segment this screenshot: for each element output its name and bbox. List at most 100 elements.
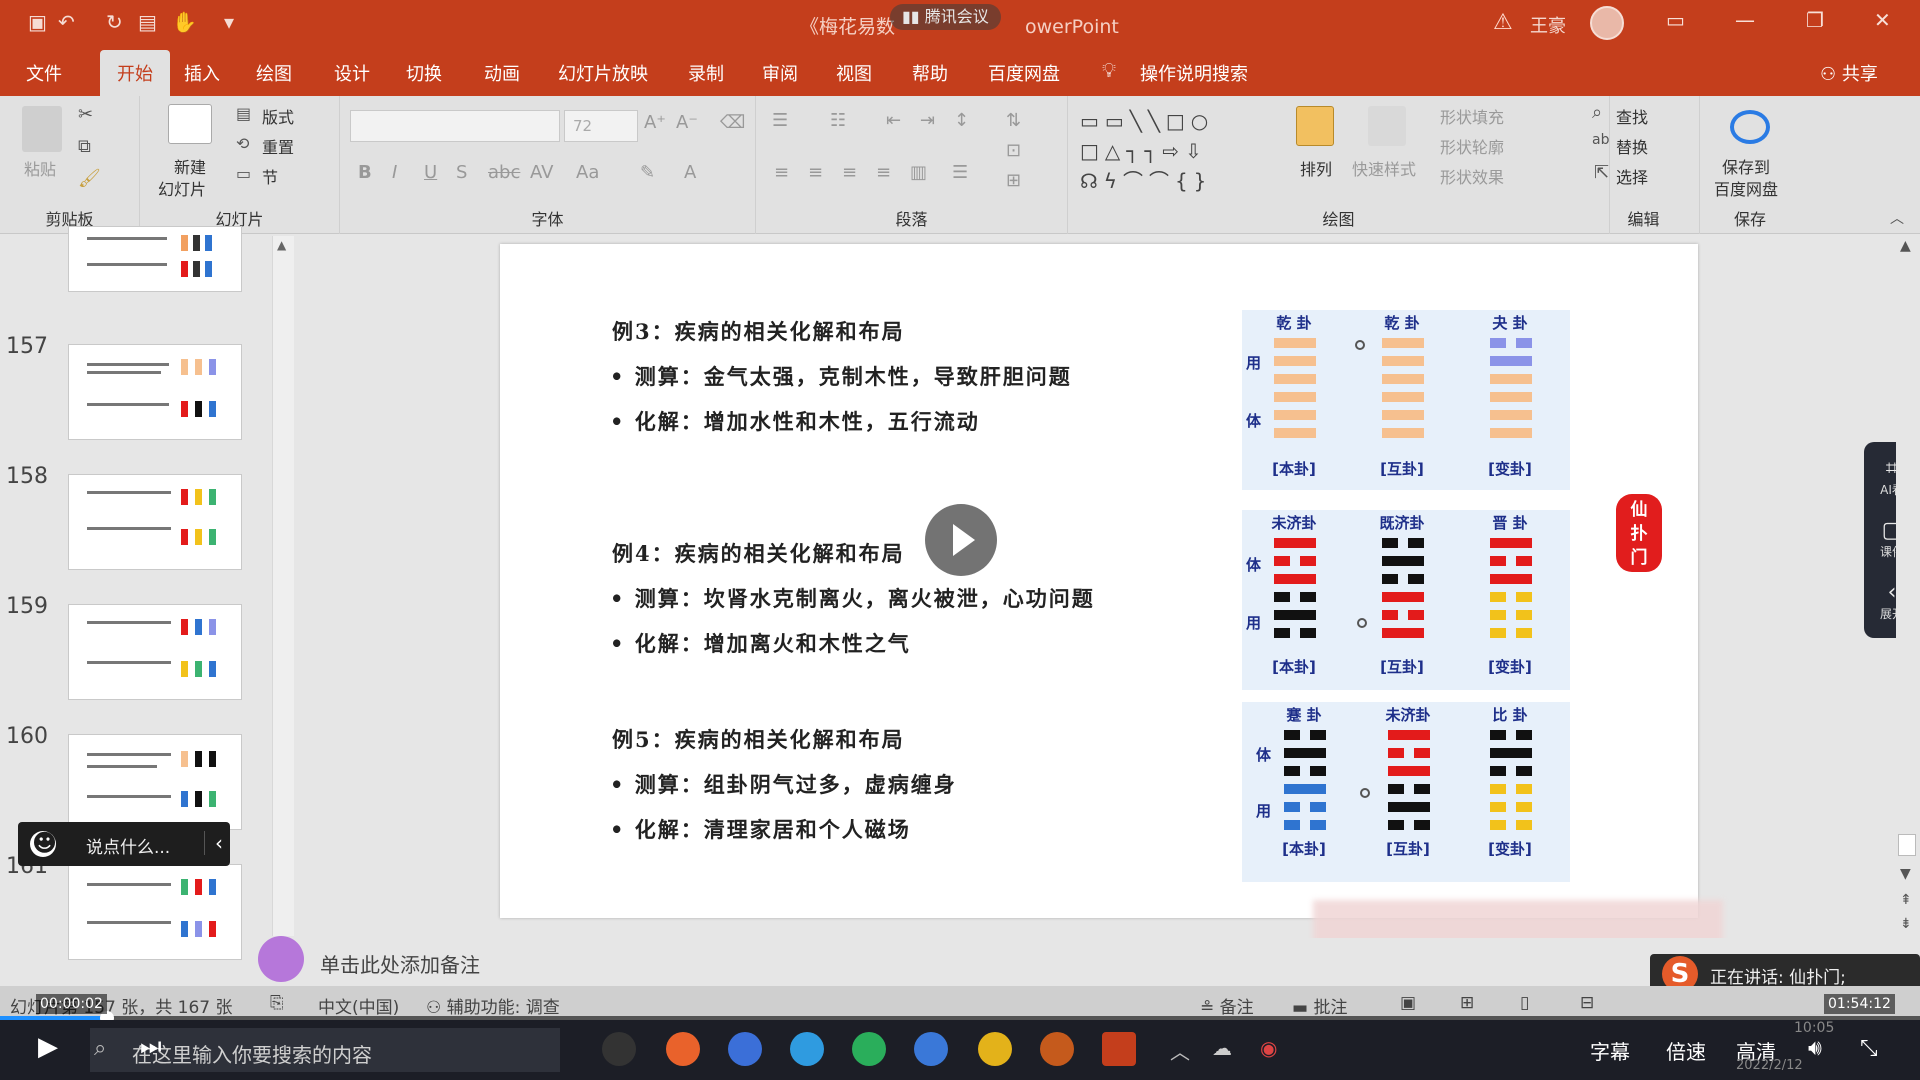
find-button[interactable]: 查找 (1616, 104, 1648, 128)
bold-icon[interactable]: B (358, 162, 372, 183)
new-slide-button[interactable]: 新建 (174, 154, 206, 178)
text-align-icon[interactable]: ☰ (952, 162, 968, 183)
tab-record[interactable]: 录制 (688, 60, 724, 86)
shadow-icon[interactable]: S (456, 162, 467, 183)
redo-icon[interactable]: ↻ (106, 10, 123, 34)
save-cloud-label[interactable]: 百度网盘 (1714, 176, 1778, 200)
spellcheck-icon[interactable]: ⎘ (270, 993, 284, 1013)
tray-chevron-icon[interactable]: ︿ (1170, 1036, 1190, 1065)
bullets-icon[interactable]: ☰ (772, 110, 788, 131)
previous-slide-icon[interactable]: ⇞ (1900, 892, 1912, 908)
collapse-ribbon-icon[interactable]: ︿ (1890, 208, 1904, 228)
tab-slideshow[interactable]: 幻灯片放映 (558, 60, 648, 86)
slide-thumbnail[interactable] (68, 864, 242, 960)
change-case-icon[interactable]: Aa (576, 162, 599, 183)
reading-view-icon[interactable]: ▯ (1520, 993, 1529, 1013)
customize-qat-icon[interactable]: ▾ (224, 10, 234, 34)
slide-sorter-icon[interactable]: ⊞ (1460, 993, 1474, 1013)
tray-app-icon[interactable]: ◉ (1260, 1036, 1277, 1060)
speed-button[interactable]: 倍速 (1666, 1036, 1706, 1065)
replace-button[interactable]: 替换 (1616, 134, 1648, 158)
layout-button[interactable]: 版式 (262, 104, 294, 128)
copy-icon[interactable]: ⧉ (78, 136, 91, 157)
volume-icon[interactable]: 🔊︎ (1808, 1036, 1822, 1061)
minimize-icon[interactable]: — (1735, 8, 1755, 32)
new-slide-icon[interactable] (168, 104, 212, 144)
font-size-combo[interactable]: 72 (564, 110, 638, 142)
increase-indent-icon[interactable]: ⇥ (920, 110, 935, 131)
tab-view[interactable]: 视图 (836, 60, 872, 86)
arrange-icon[interactable] (1296, 106, 1334, 146)
slide-thumbnail[interactable] (68, 604, 242, 700)
chevron-left-icon[interactable]: ‹ (204, 831, 223, 855)
select-button[interactable]: 选择 (1616, 164, 1648, 188)
touch-mode-icon[interactable]: ✋ (172, 10, 197, 34)
baidu-cloud-icon[interactable] (1730, 110, 1770, 144)
align-right-icon[interactable]: ≡ (842, 162, 857, 183)
slide-thumbnail[interactable] (68, 734, 242, 830)
next-track-icon[interactable]: ⏭ (140, 1032, 162, 1060)
section-button[interactable]: 节 (262, 164, 278, 188)
play-button-overlay[interactable] (925, 504, 997, 576)
user-name[interactable]: 王豪 (1530, 12, 1566, 38)
save-icon[interactable]: ▣ (28, 10, 47, 34)
notes-toggle[interactable]: ≗ 备注 (1200, 993, 1254, 1018)
slide-thumbnail[interactable] (68, 474, 242, 570)
meeting-app-icon[interactable] (914, 1032, 948, 1066)
arrange-button[interactable]: 排列 (1300, 156, 1332, 180)
save-to-button[interactable]: 保存到 (1722, 154, 1770, 178)
emoji-icon[interactable] (30, 829, 57, 857)
shapes-gallery[interactable]: ▭▭╲╲□○ □△┐┐⇨⇩ ☊ϟ⌒⌒{} (1080, 106, 1280, 196)
quick-styles-icon[interactable] (1368, 106, 1406, 146)
notes-placeholder[interactable]: 单击此处添加备注 (320, 949, 480, 978)
shape-outline-button[interactable]: 形状轮廓 (1440, 134, 1504, 158)
slide-thumbnail[interactable] (68, 226, 242, 292)
app-icon[interactable] (728, 1032, 762, 1066)
scroll-up-icon[interactable]: ▲ (277, 238, 286, 252)
highlight-icon[interactable]: ✎ (640, 162, 655, 183)
accessibility-status[interactable]: ⚇ 辅助功能: 调查 (426, 993, 560, 1018)
slide-scrollbar[interactable]: ▲ ▼ ⇞ ⇟ (1896, 234, 1920, 964)
clear-format-icon[interactable]: ⌫ (720, 112, 745, 133)
comment-input-chip[interactable]: 说点什么... ‹ (18, 822, 230, 866)
decrease-font-icon[interactable]: A⁻ (676, 112, 698, 133)
text-direction-icon[interactable]: ⇅ (1006, 110, 1021, 131)
underline-icon[interactable]: U (424, 162, 437, 183)
increase-font-icon[interactable]: A⁺ (644, 112, 666, 133)
justify-icon[interactable]: ≡ (876, 162, 891, 183)
new-slide-label[interactable]: 幻灯片 (158, 176, 206, 200)
decrease-indent-icon[interactable]: ⇤ (886, 110, 901, 131)
align-text-icon[interactable]: ⊡ (1006, 140, 1021, 161)
tab-insert[interactable]: 插入 (184, 60, 220, 86)
shape-effects-button[interactable]: 形状效果 (1440, 164, 1504, 188)
cut-icon[interactable]: ✂ (78, 104, 93, 125)
powerpoint-icon[interactable] (1102, 1032, 1136, 1066)
paste-icon[interactable] (22, 106, 62, 152)
taskbar-search-placeholder[interactable]: 在这里输入你要搜索的内容 (132, 1039, 372, 1068)
columns-icon[interactable]: ▥ (910, 162, 927, 183)
align-center-icon[interactable]: ≡ (808, 162, 823, 183)
tab-help[interactable]: 帮助 (912, 60, 948, 86)
play-icon[interactable]: ▶ (38, 1032, 58, 1062)
font-color-icon[interactable]: A (684, 162, 696, 183)
font-name-combo[interactable] (350, 110, 560, 142)
tab-review[interactable]: 审阅 (762, 60, 798, 86)
slideshow-view-icon[interactable]: ⊟ (1580, 993, 1594, 1013)
tab-home[interactable]: 开始 (100, 50, 170, 96)
ribbon-display-icon[interactable]: ▭ (1666, 8, 1685, 32)
browser-icon[interactable] (666, 1032, 700, 1066)
reset-button[interactable]: 重置 (262, 134, 294, 158)
paste-button[interactable]: 粘贴 (24, 156, 56, 180)
video-app-icon[interactable] (790, 1032, 824, 1066)
thumbnails-scrollbar[interactable]: ▲ (272, 236, 294, 936)
numbering-icon[interactable]: ☷ (830, 110, 846, 131)
line-spacing-icon[interactable]: ↕ (954, 110, 969, 131)
exit-fullscreen-icon[interactable]: ⤡ (1860, 1036, 1878, 1061)
cloud-icon[interactable]: ☁ (1212, 1036, 1232, 1060)
share-button[interactable]: ⚇ 共享 (1820, 60, 1878, 86)
warning-icon[interactable]: ⚠ (1493, 10, 1513, 35)
format-painter-icon[interactable]: 🖌︎ (78, 168, 101, 189)
shape-fill-button[interactable]: 形状填充 (1440, 104, 1504, 128)
tab-transitions[interactable]: 切换 (406, 60, 442, 86)
next-slide-icon[interactable]: ⇟ (1900, 916, 1912, 932)
